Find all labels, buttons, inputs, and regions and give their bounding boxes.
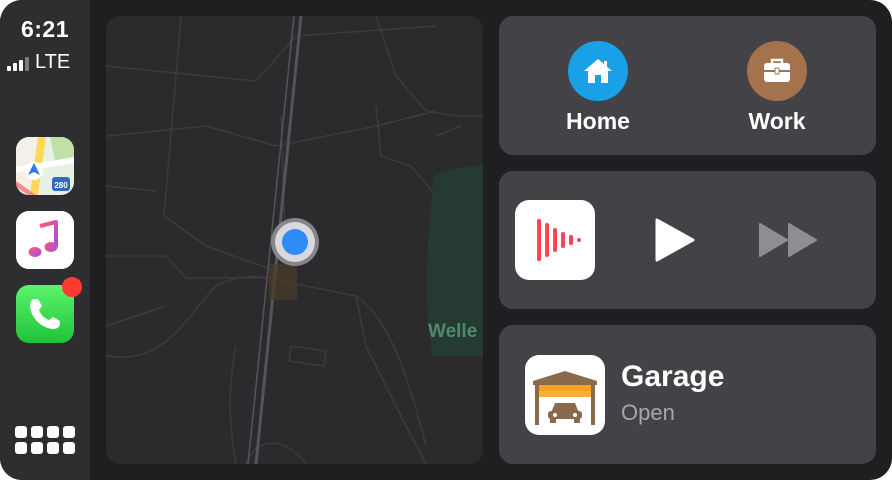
signal-bars-icon bbox=[7, 57, 29, 71]
status-time: 6:21 bbox=[20, 16, 70, 42]
phone-notification-badge bbox=[62, 277, 82, 297]
now-playing-card bbox=[499, 171, 876, 309]
music-app-button[interactable] bbox=[16, 211, 74, 269]
now-playing-app-button[interactable] bbox=[515, 200, 595, 280]
maps-icon: 280 bbox=[16, 137, 74, 195]
svg-text:280: 280 bbox=[54, 181, 68, 190]
home-destination-button[interactable]: Home bbox=[538, 41, 658, 135]
work-destination-button[interactable]: Work bbox=[717, 41, 837, 135]
current-location-icon bbox=[271, 218, 319, 266]
work-icon-circle bbox=[747, 41, 807, 101]
map-view[interactable]: Welle bbox=[106, 16, 483, 464]
maps-app-button[interactable]: 280 bbox=[16, 137, 74, 195]
network-type: LTE bbox=[35, 51, 71, 73]
home-icon-circle bbox=[568, 41, 628, 101]
sidebar: 6:21 LTE 280 bbox=[0, 0, 90, 480]
home-label: Home bbox=[566, 108, 630, 134]
work-label: Work bbox=[748, 108, 806, 134]
garage-icon bbox=[525, 355, 605, 435]
briefcase-icon bbox=[764, 58, 790, 82]
status-signal: LTE bbox=[7, 51, 71, 74]
accessory-title: Garage bbox=[621, 360, 725, 393]
accessory-status: Open bbox=[621, 400, 675, 425]
play-icon[interactable] bbox=[653, 217, 697, 263]
house-icon bbox=[584, 59, 612, 83]
podcast-app-icon bbox=[537, 219, 581, 261]
home-accessory-card[interactable]: Garage Open bbox=[499, 325, 876, 464]
destinations-card: Home Work bbox=[499, 16, 876, 155]
carplay-screen: 6:21 LTE 280 Welle Home Work Garage Open bbox=[0, 0, 892, 480]
fast-forward-icon[interactable] bbox=[757, 221, 821, 259]
app-grid-icon bbox=[15, 426, 27, 438]
app-grid-button[interactable] bbox=[15, 426, 75, 456]
map-place-label: Welle bbox=[428, 321, 478, 342]
music-icon bbox=[16, 211, 74, 269]
